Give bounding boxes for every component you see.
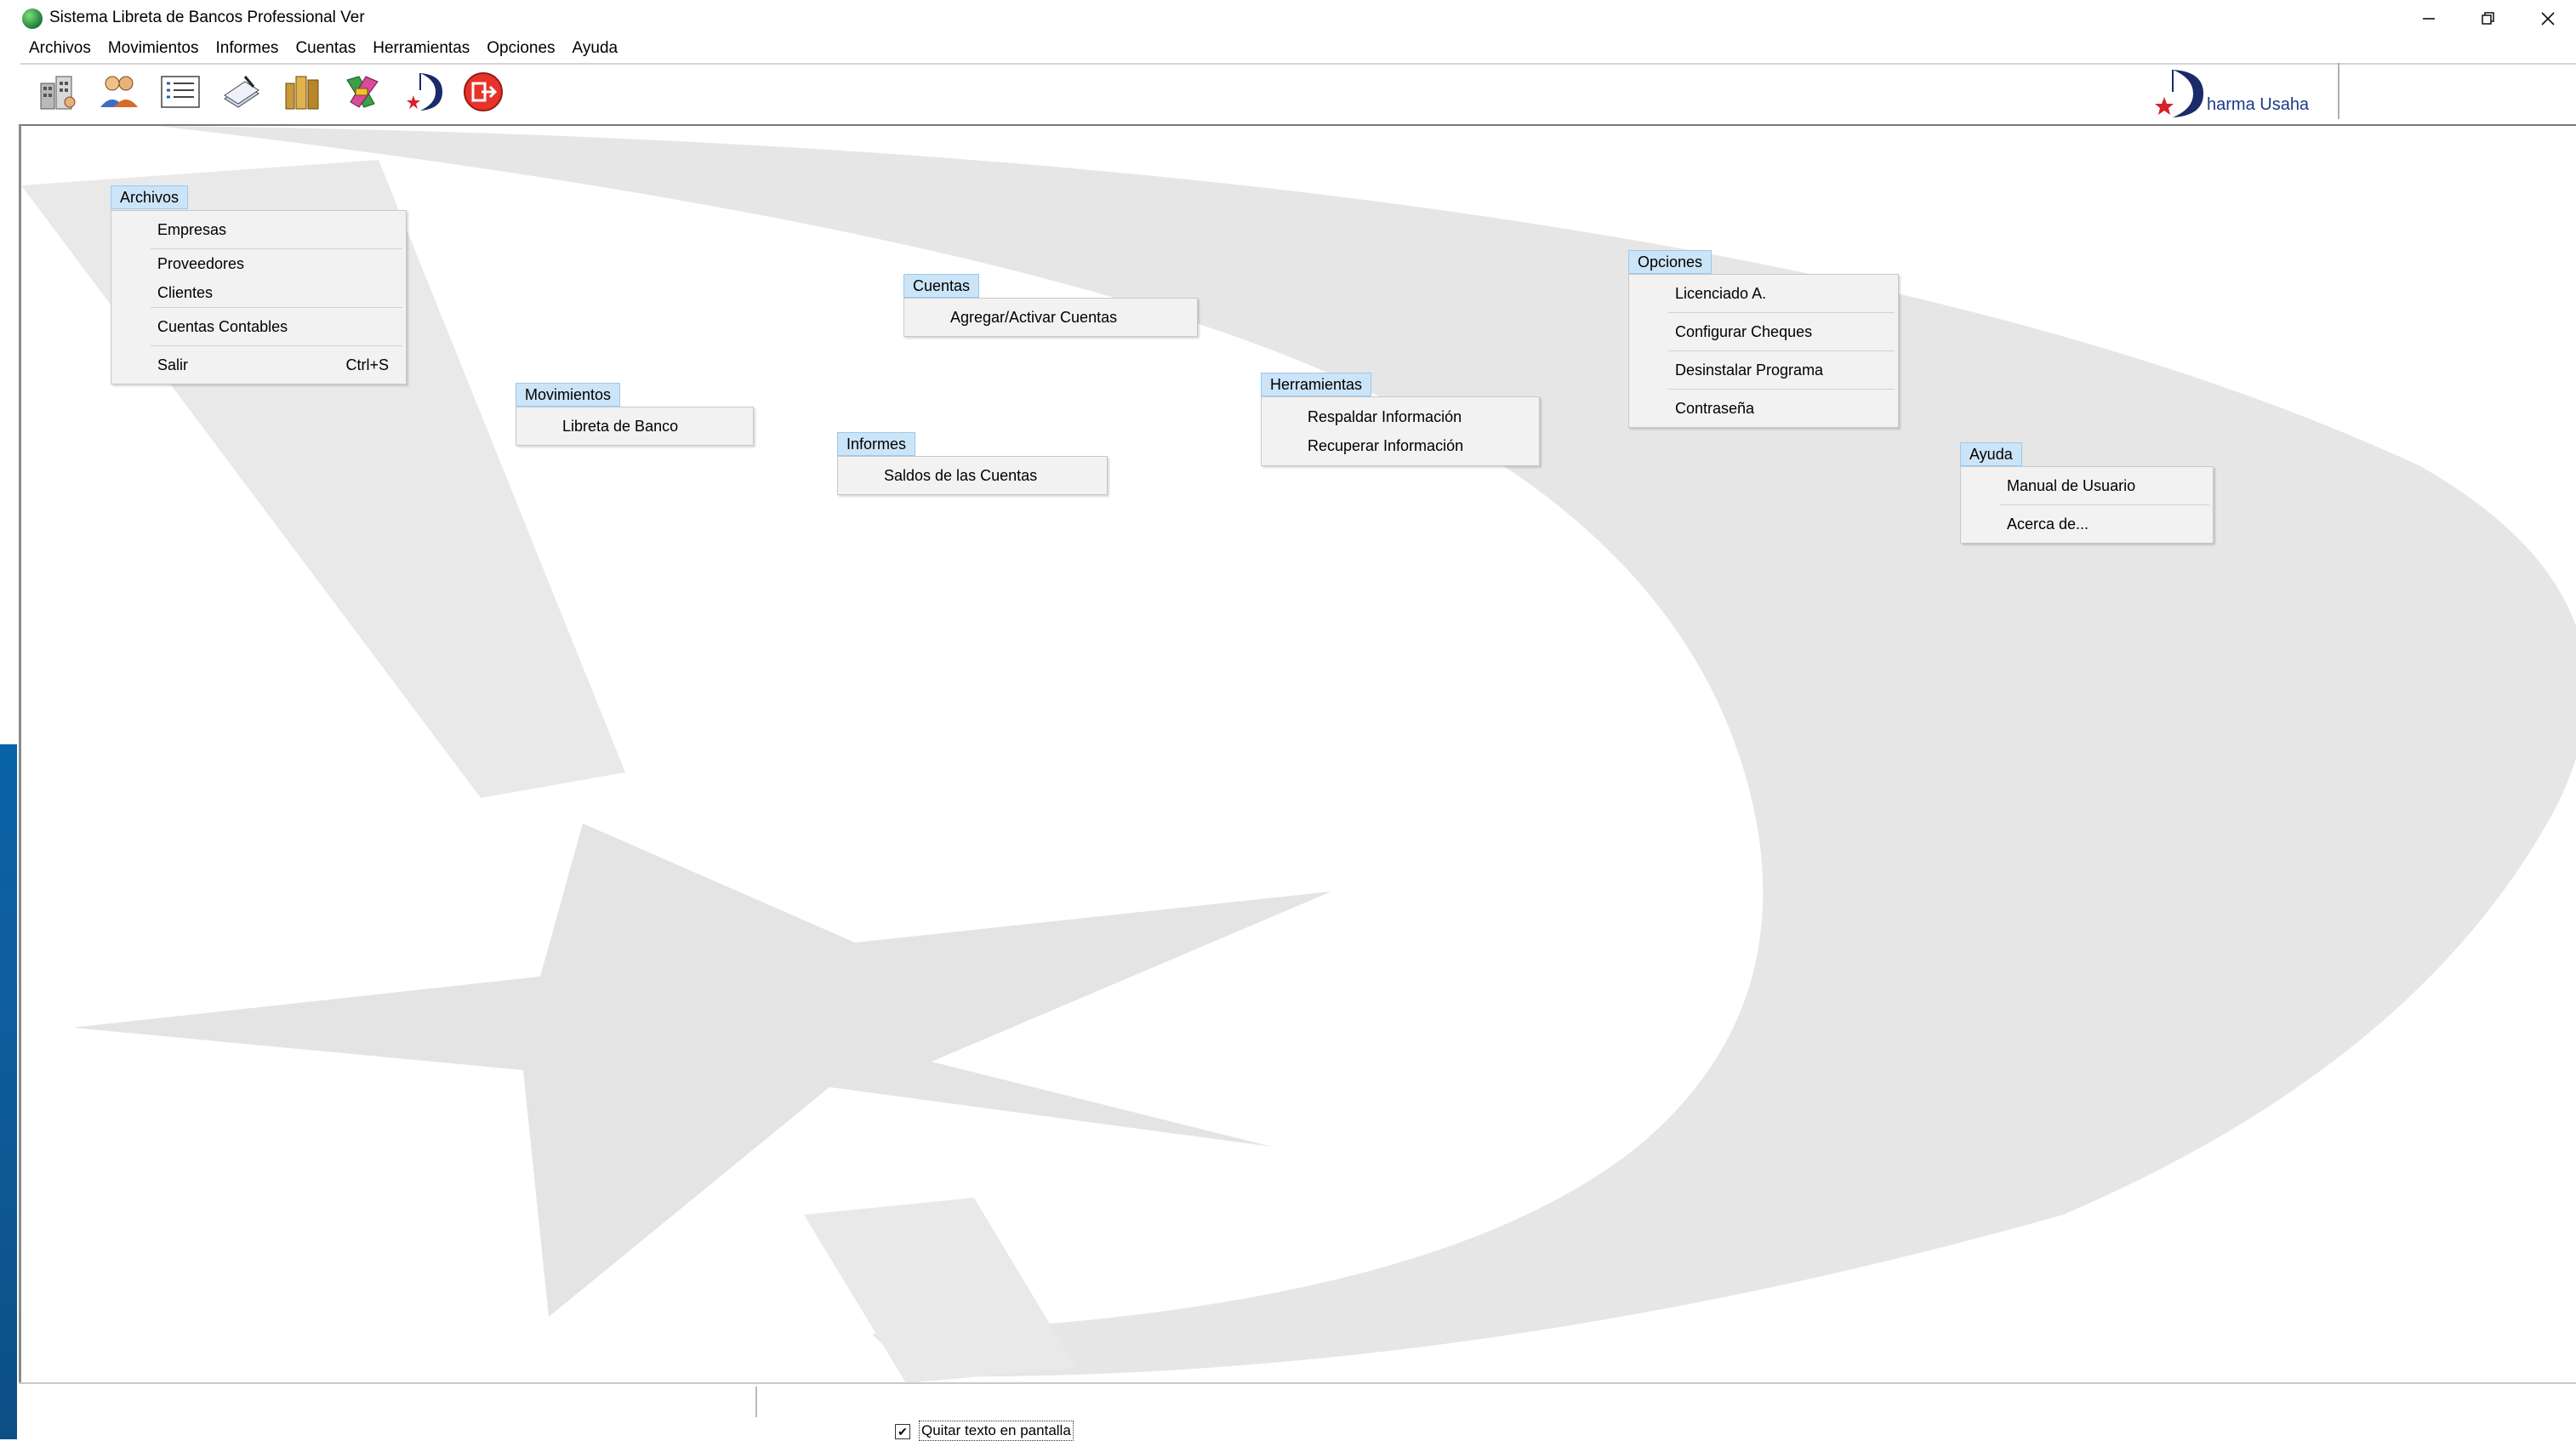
diagram-item-agregar-activar-cuentas[interactable]: Agregar/Activar Cuentas [904, 299, 1197, 336]
desktop-edge [0, 744, 17, 1439]
brand-logo: harma Usaha [2152, 66, 2339, 121]
diagram-item-configurar-cheques[interactable]: Configurar Cheques [1629, 313, 1898, 350]
status-bar [19, 1382, 2576, 1441]
toolbar-separator [2338, 63, 2339, 119]
dharma-usaha-logo-icon [2155, 70, 2203, 117]
diagram-item-manual-de-usuario[interactable]: Manual de Usuario [1961, 467, 2213, 504]
menu-cuentas[interactable]: Cuentas [287, 38, 364, 59]
diagram-cuentas-title[interactable]: Cuentas [903, 274, 980, 298]
diagram-item-desinstalar-programa[interactable]: Desinstalar Programa [1629, 351, 1898, 389]
diagram-item-contrasena[interactable]: Contraseña [1629, 390, 1898, 427]
checkbook-icon [224, 76, 259, 108]
diagram-item-proveedores[interactable]: Proveedores [111, 249, 406, 278]
menu-archivos[interactable]: Archivos [0, 38, 100, 59]
diagram-item-empresas[interactable]: Empresas [111, 211, 406, 248]
diagram-movimientos-menu: Libreta de Banco [516, 407, 754, 446]
diagram-archivos-menu: Empresas Proveedores Clientes Cuentas Co… [111, 210, 407, 384]
toolbar-books-button[interactable] [279, 68, 327, 116]
diagram-opciones-title[interactable]: Opciones [1628, 250, 1713, 274]
minimize-icon [2423, 18, 2435, 20]
toolbar-checkbook-button[interactable] [218, 68, 265, 116]
diagram-ayuda-menu: Manual de Usuario Acerca de... [1960, 466, 2214, 544]
list-icon [161, 76, 200, 108]
diagram-herramientas-menu: Respaldar Información Recuperar Informac… [1261, 396, 1540, 466]
quitar-texto-label[interactable]: Quitar texto en pantalla [919, 1421, 1074, 1441]
exit-icon [464, 72, 503, 111]
diagram-item-respaldar-informacion[interactable]: Respaldar Información [1262, 402, 1539, 431]
toolbar-about-button[interactable] [400, 68, 447, 116]
menu-herramientas[interactable]: Herramientas [364, 38, 478, 59]
status-divider [755, 1387, 757, 1417]
diagram-item-salir[interactable]: Salir Ctrl+S [111, 346, 406, 384]
toolbar-companies-button[interactable] [34, 68, 82, 116]
dharma-logo-icon [407, 73, 442, 111]
diagram-ayuda-title[interactable]: Ayuda [1960, 442, 2022, 466]
restore-icon [2482, 12, 2494, 25]
toolbar-list-button[interactable] [157, 68, 204, 116]
toolbar-tools-button[interactable] [339, 68, 386, 116]
window-title: Sistema Libreta de Bancos Professional V… [49, 9, 365, 26]
menu-ayuda[interactable]: Ayuda [564, 38, 627, 59]
diagram-item-libreta-de-banco[interactable]: Libreta de Banco [516, 407, 753, 445]
diagram-item-saldos-de-las-cuentas[interactable]: Saldos de las Cuentas [838, 457, 1107, 494]
toolbar-users-button[interactable] [95, 68, 143, 116]
diagram-informes-menu: Saldos de las Cuentas [837, 456, 1108, 495]
diagram-movimientos-title[interactable]: Movimientos [516, 383, 621, 407]
salir-shortcut: Ctrl+S [345, 356, 389, 373]
app-icon [22, 9, 43, 29]
menu-informes[interactable]: Informes [208, 38, 288, 59]
users-icon [100, 76, 138, 107]
restore-button[interactable] [2459, 0, 2518, 37]
diagram-herramientas-title[interactable]: Herramientas [1261, 373, 1372, 396]
minimize-button[interactable] [2399, 0, 2459, 37]
diagram-item-clientes[interactable]: Clientes [111, 278, 406, 307]
close-button[interactable] [2518, 0, 2576, 37]
diagram-item-cuentas-contables[interactable]: Cuentas Contables [111, 308, 406, 345]
close-icon [2541, 12, 2555, 26]
title-bar [0, 0, 2576, 37]
brand-text: harma Usaha [2207, 95, 2310, 114]
menu-bar: Archivos Movimientos Informes Cuentas He… [0, 37, 2576, 60]
books-icon [285, 76, 319, 110]
diagram-item-recuperar-informacion[interactable]: Recuperar Información [1262, 431, 1539, 460]
quitar-texto-checkbox[interactable]: ✔ [895, 1424, 910, 1439]
diagram-informes-title[interactable]: Informes [837, 432, 916, 456]
diagram-cuentas-menu: Agregar/Activar Cuentas [903, 298, 1198, 337]
menu-movimientos[interactable]: Movimientos [100, 38, 208, 59]
menu-opciones[interactable]: Opciones [478, 38, 563, 59]
diagram-opciones-menu: Licenciado A. Configurar Cheques Desinst… [1628, 274, 1899, 428]
diagram-item-acerca-de[interactable]: Acerca de... [1961, 505, 2213, 543]
toolbar-exit-button[interactable] [459, 68, 507, 116]
diagram-item-licenciado[interactable]: Licenciado A. [1629, 275, 1898, 312]
company-building-icon [40, 76, 76, 110]
diagram-archivos-title[interactable]: Archivos [111, 185, 189, 209]
tools-icon [346, 76, 379, 108]
